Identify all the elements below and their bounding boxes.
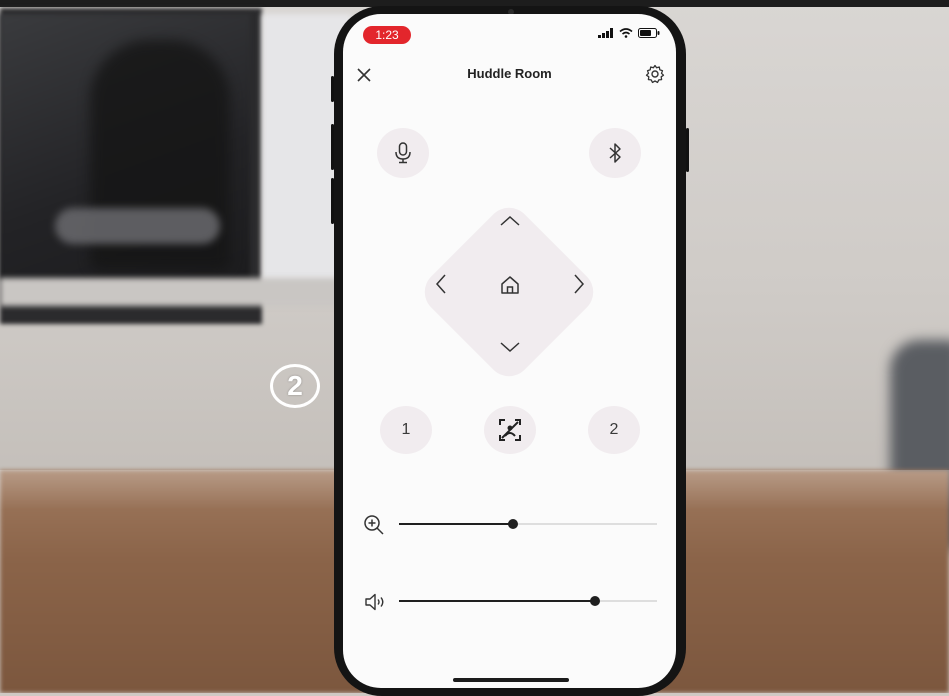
chevron-down-icon xyxy=(500,342,520,353)
settings-button[interactable] xyxy=(644,63,666,85)
chevron-up-icon xyxy=(500,215,520,226)
zoom-slider-handle[interactable] xyxy=(507,519,518,529)
home-indicator xyxy=(453,678,569,682)
preset-2-label: 2 xyxy=(609,421,619,438)
chevron-right-icon xyxy=(574,274,585,294)
step-callout-number: 2 xyxy=(287,370,303,401)
remote-app-screen: 1:23 Huddle Room 1 2 xyxy=(343,14,676,688)
preset-1-label: 1 xyxy=(401,421,411,438)
battery-icon xyxy=(638,28,660,38)
status-time-pill: 1:23 xyxy=(363,26,411,44)
auto-frame-button[interactable] xyxy=(484,406,536,454)
volume-slider-handle[interactable] xyxy=(590,596,601,606)
dpad-down-button[interactable] xyxy=(498,335,522,359)
volume-slider-fill xyxy=(399,600,596,602)
signal-icon xyxy=(598,28,613,38)
zoom-slider[interactable] xyxy=(363,514,659,535)
mute-mic-button[interactable] xyxy=(377,128,429,178)
step-callout: 2 xyxy=(270,364,320,408)
dpad-home-button[interactable] xyxy=(498,273,522,297)
status-icons xyxy=(598,28,660,38)
auto-frame-icon xyxy=(499,419,521,441)
page-title: Huddle Room xyxy=(467,66,552,81)
volume-icon xyxy=(363,591,387,611)
zoom-in-icon xyxy=(363,514,387,535)
dpad-up-button[interactable] xyxy=(498,209,522,233)
status-time: 1:23 xyxy=(375,28,399,42)
home-icon xyxy=(501,276,519,294)
microphone-icon xyxy=(395,142,411,164)
preset-2-button[interactable]: 2 xyxy=(588,406,640,454)
dpad-left-button[interactable] xyxy=(429,272,453,296)
bluetooth-icon xyxy=(609,143,621,163)
chevron-left-icon xyxy=(435,274,446,294)
wifi-icon xyxy=(619,28,633,38)
volume-slider[interactable] xyxy=(363,591,659,611)
preset-1-button[interactable]: 1 xyxy=(380,406,432,454)
dpad-right-button[interactable] xyxy=(567,272,591,296)
zoom-slider-fill xyxy=(399,523,513,525)
bluetooth-button[interactable] xyxy=(589,128,641,178)
gear-icon xyxy=(645,64,665,84)
